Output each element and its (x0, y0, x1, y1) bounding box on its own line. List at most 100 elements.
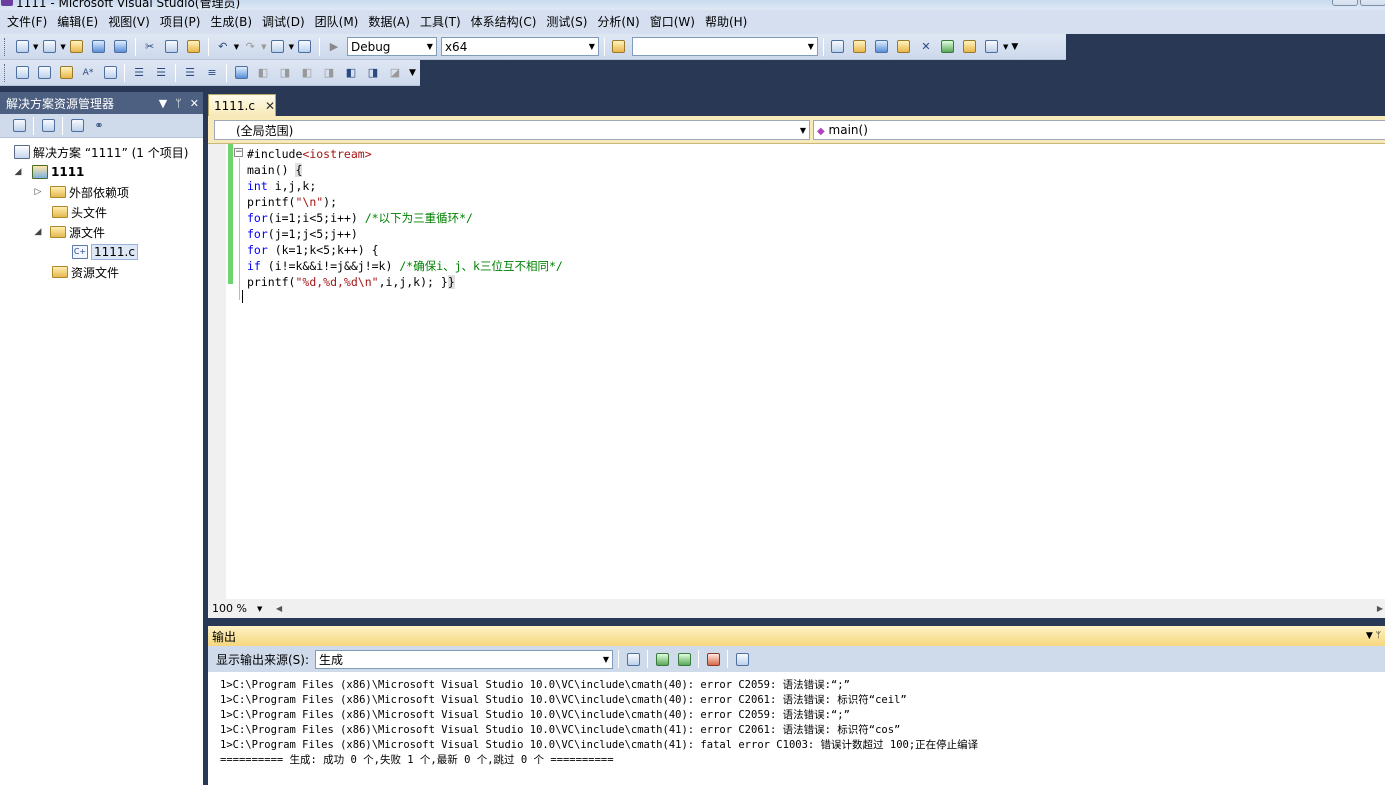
view-code-icon[interactable] (68, 117, 86, 135)
member-dropdown[interactable]: ◆ main() (813, 120, 1385, 140)
code-token: main() (247, 163, 296, 177)
toolbar-overflow-icon[interactable]: ▼ (1011, 42, 1018, 52)
tree-item-external-dependencies[interactable]: ▷ 外部依赖项 (0, 182, 203, 202)
properties-icon[interactable] (10, 117, 28, 135)
tree-item-source-files[interactable]: ◢ 源文件 (0, 222, 203, 242)
previous-bookmark-in-document-icon[interactable]: ◧ (342, 64, 360, 82)
collapse-arrow-icon[interactable]: ◢ (32, 227, 44, 237)
find-in-files-icon[interactable] (610, 38, 628, 56)
project-node[interactable]: ◢ 1111 (0, 162, 203, 182)
menu-item[interactable]: 项目(P) (155, 10, 206, 34)
properties-icon[interactable] (851, 38, 869, 56)
scroll-right-icon[interactable]: ▶ (1377, 604, 1383, 613)
menu-item[interactable]: 工具(T) (415, 10, 466, 34)
solution-node[interactable]: 解决方案 “1111” (1 个项目) (0, 142, 203, 162)
toggle-bookmark-icon[interactable] (232, 64, 250, 82)
copy-icon[interactable] (163, 38, 181, 56)
next-bookmark-in-folder-icon[interactable]: ◨ (320, 64, 338, 82)
open-file-icon[interactable] (68, 38, 86, 56)
object-browser-icon[interactable] (873, 38, 891, 56)
comment-out-icon[interactable]: ☰ (181, 64, 199, 82)
menu-item[interactable]: 生成(B) (205, 10, 257, 34)
tree-item-resource-files[interactable]: 资源文件 (0, 262, 203, 282)
previous-bookmark-in-folder-icon[interactable]: ◧ (298, 64, 316, 82)
outline-collapse-icon[interactable]: − (234, 148, 243, 157)
display-object-member-list-icon[interactable] (13, 64, 31, 82)
extension-manager-icon[interactable] (961, 38, 979, 56)
go-to-next-message-icon[interactable] (675, 650, 693, 668)
command-window-icon[interactable] (983, 38, 1001, 56)
toolbar-overflow-icon[interactable]: ▼ (409, 68, 416, 78)
collapse-arrow-icon[interactable]: ◢ (12, 167, 24, 177)
find-message-in-code-icon[interactable] (624, 650, 642, 668)
word-wrap-icon[interactable] (101, 64, 119, 82)
window-position-dropdown-icon[interactable]: ▼ ᛘ (1366, 631, 1381, 641)
tools-icon[interactable]: ✕ (917, 38, 935, 56)
solution-configuration-dropdown[interactable]: Debug ▼ (346, 37, 437, 56)
find-icon[interactable] (829, 38, 847, 56)
uncomment-icon[interactable]: ≡ (203, 64, 221, 82)
tree-item-source-file[interactable]: C+ 1111.c (0, 242, 203, 262)
menu-item[interactable]: 分析(N) (592, 10, 644, 34)
navigate-forward-icon[interactable] (296, 38, 314, 56)
menu-item[interactable]: 团队(M) (310, 10, 364, 34)
menu-item[interactable]: 测试(S) (541, 10, 592, 34)
go-to-previous-message-icon[interactable] (653, 650, 671, 668)
menu-item[interactable]: 视图(V) (103, 10, 155, 34)
increase-indent-icon[interactable]: ☰ (152, 64, 170, 82)
close-tab-icon[interactable]: ✕ (265, 99, 275, 113)
paste-icon[interactable] (185, 38, 203, 56)
menu-item[interactable]: 调试(D) (257, 10, 310, 34)
menu-item[interactable]: 帮助(H) (700, 10, 752, 34)
scope-dropdown[interactable]: (全局范围) ▼ (214, 120, 810, 140)
toolbar-grip[interactable] (4, 37, 7, 56)
next-bookmark-in-document-icon[interactable]: ◨ (364, 64, 382, 82)
maximize-button[interactable] (1360, 0, 1385, 6)
complete-word-icon[interactable]: A* (79, 64, 97, 82)
output-source-dropdown[interactable]: 生成 ▼ (315, 649, 614, 669)
clear-bookmarks-icon[interactable]: ◪ (386, 64, 404, 82)
menu-item[interactable]: 窗口(W) (645, 10, 700, 34)
show-all-files-icon[interactable] (39, 117, 57, 135)
display-parameter-info-icon[interactable] (35, 64, 53, 82)
auto-hide-pin-icon[interactable]: ᛘ (175, 97, 182, 110)
start-debugging-icon[interactable]: ▶ (325, 38, 343, 56)
start-page-icon[interactable] (939, 38, 957, 56)
menu-item[interactable]: 体系结构(C) (466, 10, 542, 34)
close-icon[interactable]: ✕ (190, 97, 199, 110)
indicator-margin[interactable] (208, 144, 226, 599)
display-quick-info-icon[interactable] (57, 64, 75, 82)
decrease-indent-icon[interactable]: ☰ (130, 64, 148, 82)
add-item-icon[interactable] (40, 38, 58, 56)
new-project-icon[interactable] (13, 38, 31, 56)
toggle-word-wrap-icon[interactable] (733, 650, 751, 668)
scroll-left-icon[interactable]: ◀ (276, 604, 282, 613)
find-combobox[interactable]: ▼ (631, 37, 818, 56)
toolbar-grip[interactable] (4, 63, 7, 82)
toolbox-icon[interactable] (895, 38, 913, 56)
zoom-dropdown[interactable]: 100 % ▼ (208, 602, 262, 615)
output-text[interactable]: 1>C:\Program Files (x86)\Microsoft Visua… (220, 678, 978, 768)
expand-arrow-icon[interactable]: ▷ (32, 187, 44, 197)
cut-icon[interactable]: ✂ (141, 38, 159, 56)
code-token: for (247, 243, 268, 257)
menu-item[interactable]: 编辑(E) (52, 10, 103, 34)
solution-platform-dropdown[interactable]: x64 ▼ (440, 37, 599, 56)
navigate-backward-icon[interactable] (269, 38, 287, 56)
menu-item[interactable]: 文件(F) (2, 10, 52, 34)
code-area[interactable]: − #include<iostream> main() {int i,j,k; pr… (208, 144, 1385, 599)
next-bookmark-icon[interactable]: ◨ (276, 64, 294, 82)
class-diagram-icon[interactable]: ⚭ (90, 117, 108, 135)
horizontal-scrollbar[interactable]: ◀ ▶ (274, 599, 1385, 618)
window-position-dropdown-icon[interactable]: ▼ (159, 97, 167, 110)
tab-1111-c[interactable]: 1111.c ✕ (208, 94, 276, 116)
minimize-button[interactable] (1332, 0, 1358, 6)
tree-item-header-files[interactable]: 头文件 (0, 202, 203, 222)
clear-all-icon[interactable] (704, 650, 722, 668)
previous-bookmark-icon[interactable]: ◧ (254, 64, 272, 82)
redo-icon[interactable]: ↷ (241, 38, 259, 56)
save-all-icon[interactable] (112, 38, 130, 56)
menu-item[interactable]: 数据(A) (363, 10, 415, 34)
save-icon[interactable] (90, 38, 108, 56)
undo-icon[interactable]: ↶ (214, 38, 232, 56)
